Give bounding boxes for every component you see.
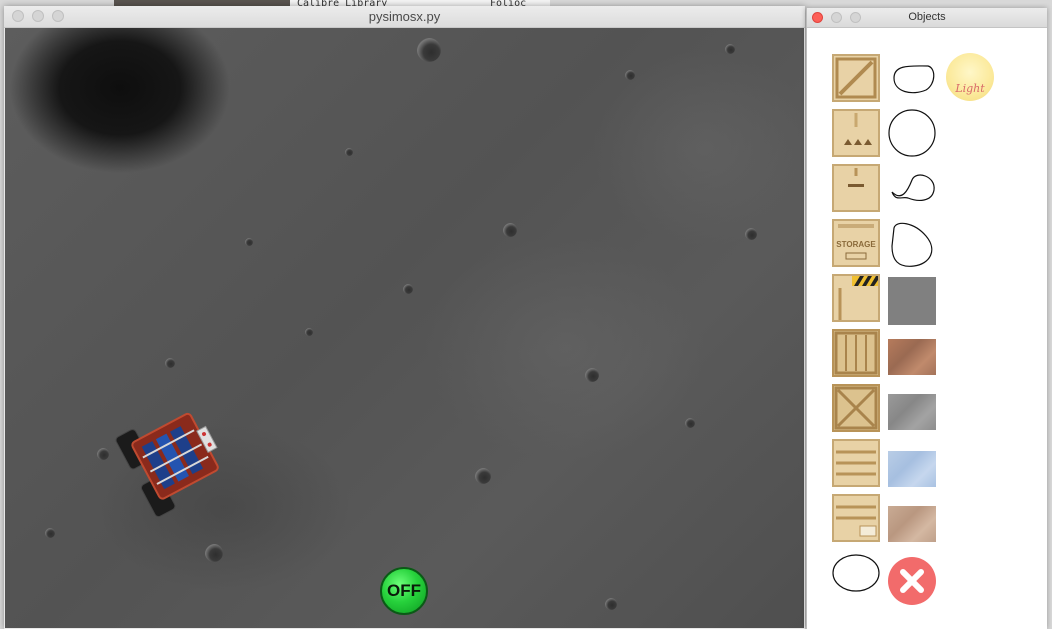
loop-shape-icon[interactable]: [888, 168, 936, 216]
gray-square-icon[interactable]: [888, 277, 936, 325]
pallet-crate-icon[interactable]: [832, 439, 880, 487]
crater: [245, 238, 253, 246]
stone-texture-icon[interactable]: [888, 394, 936, 430]
svg-text:STORAGE: STORAGE: [836, 240, 876, 249]
crater: [475, 468, 491, 484]
slat-crate-icon[interactable]: [832, 329, 880, 377]
crater: [585, 368, 599, 382]
box-plain-icon[interactable]: [832, 164, 880, 212]
objects-titlebar: Objects: [807, 8, 1047, 28]
light-label: Light: [955, 82, 985, 95]
crater: [503, 223, 517, 237]
crater: [417, 38, 441, 62]
light-icon[interactable]: Light: [946, 53, 994, 101]
window-title: pysimosx.py: [368, 9, 441, 24]
sand-texture-icon[interactable]: [888, 506, 936, 542]
crater: [45, 528, 55, 538]
crater: [745, 228, 757, 240]
moon-surface-canvas[interactable]: OFF: [5, 28, 804, 628]
power-button[interactable]: OFF: [380, 567, 428, 615]
simulator-window: pysimosx.py OFF: [4, 6, 805, 629]
rust-texture-icon[interactable]: [888, 339, 936, 375]
robot[interactable]: [98, 385, 247, 534]
crater: [605, 598, 617, 610]
cross-crate-icon[interactable]: [832, 384, 880, 432]
crate-cross-icon[interactable]: [832, 54, 880, 102]
crater: [725, 44, 735, 54]
circle-shape-icon[interactable]: [888, 108, 936, 157]
label-crate-icon[interactable]: [832, 494, 880, 542]
water-texture-icon[interactable]: [888, 451, 936, 487]
blob-shape-icon[interactable]: [888, 58, 936, 106]
objects-window: Objects Light STORAGE: [806, 8, 1047, 629]
objects-title: Objects: [908, 11, 946, 23]
crater: [685, 418, 695, 428]
rounded-shape-icon[interactable]: [888, 220, 936, 268]
crater: [305, 328, 313, 336]
delete-icon[interactable]: [888, 557, 936, 605]
crater: [165, 358, 175, 368]
box-arrows-icon[interactable]: [832, 109, 880, 157]
crater: [345, 148, 353, 156]
crater: [403, 284, 413, 294]
crater: [205, 544, 223, 562]
ellipse-shape-icon[interactable]: [831, 552, 880, 600]
storage-box-icon[interactable]: STORAGE: [832, 219, 880, 267]
crater: [625, 70, 635, 80]
simulator-titlebar: pysimosx.py: [4, 6, 805, 28]
caution-box-icon[interactable]: [832, 274, 880, 322]
